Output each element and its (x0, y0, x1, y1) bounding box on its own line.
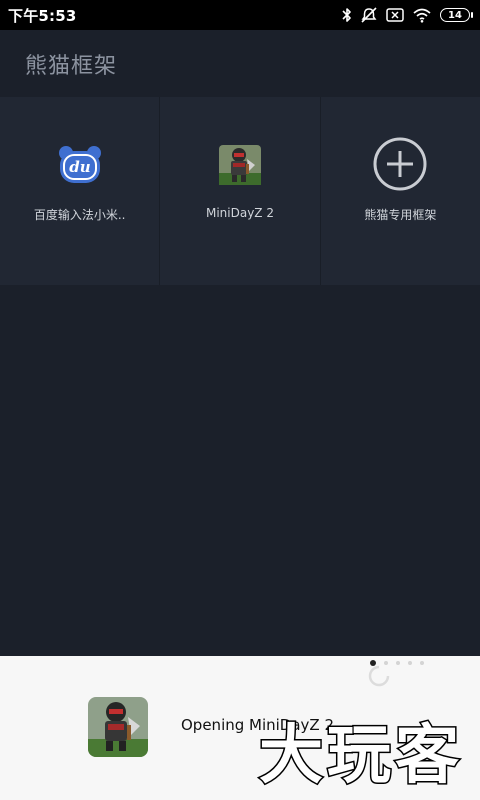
wifi-icon (412, 7, 432, 23)
grid-item-label: 百度输入法小米.. (33, 208, 126, 222)
page-title: 熊猫框架 (25, 54, 118, 79)
app-grid: du 百度输入法小米.. MiniDayZ 2 熊猫专用框架 (0, 97, 480, 285)
minidayz-game-icon (88, 697, 148, 757)
grid-item-minidayz[interactable]: MiniDayZ 2 (160, 97, 321, 285)
grid-item-baidu-input[interactable]: du 百度输入法小米.. (0, 97, 161, 285)
svg-text:大玩客: 大玩客 (259, 719, 463, 793)
minidayz-game-icon (216, 141, 264, 189)
baidu-icon-text: du (69, 158, 90, 176)
grid-item-label: MiniDayZ 2 (205, 206, 274, 220)
sim-icon (386, 8, 404, 22)
page-dot (408, 661, 412, 665)
status-time: 下午5:53 (8, 6, 77, 25)
screen: 下午5:53 14 熊猫框架 du 百度输入法小米.. MiniDayZ 2 熊… (0, 0, 480, 800)
add-circle-icon (371, 135, 429, 193)
watermark-logo: 大玩客 (258, 718, 463, 794)
grid-item-panda-framework[interactable]: 熊猫专用框架 (320, 97, 480, 285)
page-dot (420, 661, 424, 665)
loading-spinner-icon (368, 665, 390, 687)
status-icons: 14 (342, 7, 473, 23)
status-bar: 下午5:53 14 (0, 0, 480, 30)
silent-icon (360, 7, 378, 23)
page-dot (396, 661, 400, 665)
grid-item-label: 熊猫专用框架 (364, 208, 437, 222)
bluetooth-icon (342, 7, 352, 23)
battery-icon: 14 (440, 8, 473, 22)
baidu-input-icon: du (56, 141, 104, 189)
